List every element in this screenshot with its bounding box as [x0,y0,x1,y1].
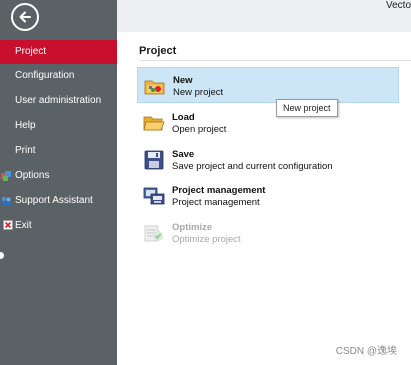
item-title: Save [172,149,195,160]
sidebar-item-support-assistant[interactable]: Support Assistant [0,189,117,213]
project-management-button[interactable]: Project management Project management [137,178,399,214]
open-folder-icon [143,116,165,131]
sidebar-item-project[interactable]: Project [0,40,117,64]
back-arrow-icon [19,11,31,23]
item-subtitle: Optimize project [172,234,241,245]
item-title: Optimize [172,222,213,233]
sidebar-item-exit[interactable]: Exit [0,214,117,238]
new-project-icon [144,80,165,95]
item-title: New [173,75,193,86]
sidebar-item-help[interactable]: Help [0,114,117,138]
support-assistant-icon [1,196,11,206]
window-title: Vecto [386,0,411,11]
sidebar-item-label: Support Assistant [15,195,93,206]
exit-icon [3,220,13,230]
load-project-button[interactable]: Load Open project [137,105,399,141]
topbar: Vecto [117,0,411,32]
back-arrow-button[interactable] [11,3,39,31]
save-icon [144,150,164,170]
optimize-icon [144,225,163,242]
sidebar-item-label: Print [15,145,36,156]
sidebar-item-options[interactable]: Options [0,164,117,188]
sidebar-item-label: Exit [15,220,32,231]
section-divider [139,60,411,61]
tooltip: New project [276,99,338,117]
optimize-project-button[interactable]: Optimize Optimize project [137,215,399,251]
sidebar-item-print[interactable]: Print [0,139,117,163]
section-title: Project [139,45,177,57]
radio-indicator [0,252,4,259]
options-icon [1,171,11,181]
sidebar-item-label: Project [15,46,47,57]
main-panel: Project New New project Load Open projec… [117,32,411,365]
sidebar-item-label: Options [15,170,50,181]
save-project-button[interactable]: Save Save project and current configurat… [137,142,399,178]
item-subtitle: Save project and current configuration [172,161,333,172]
item-subtitle: Open project [172,124,227,135]
item-title: Load [172,112,195,123]
sidebar-item-user-administration[interactable]: User administration [0,89,117,113]
sidebar-item-configuration[interactable]: Configuration [0,64,117,88]
sidebar-item-label: Help [15,120,36,131]
watermark: CSDN @逸埃 [335,346,397,357]
sidebar-item-label: User administration [15,95,102,106]
item-subtitle: New project [173,87,224,98]
sidebar-item-label: Configuration [15,70,75,81]
project-management-icon [143,187,165,205]
item-title: Project management [172,185,266,196]
new-project-button[interactable]: New New project [137,67,399,103]
item-subtitle: Project management [172,197,260,208]
sidebar: Project Configuration User administratio… [0,0,117,365]
